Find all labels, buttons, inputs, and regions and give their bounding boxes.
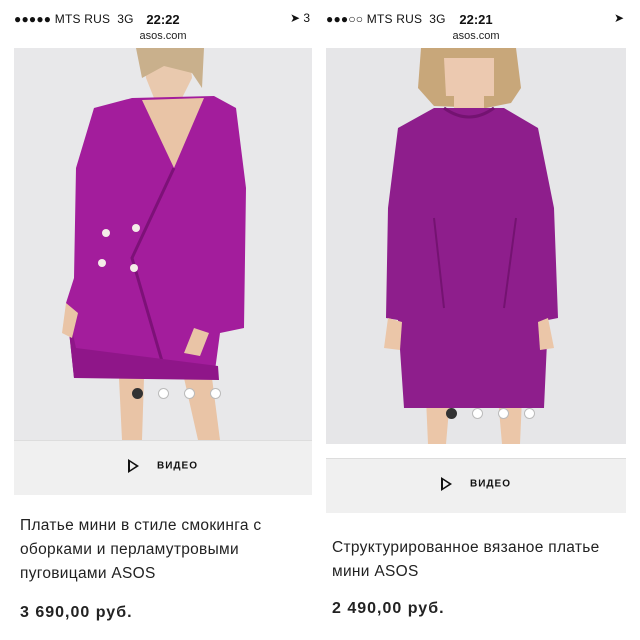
- status-bar: ●●●○○ MTS RUS 3G 22:21 ➤: [326, 10, 626, 27]
- product-price: 2 490,00 руб.: [332, 600, 445, 617]
- pager-dot[interactable]: [158, 388, 169, 399]
- video-button[interactable]: ВИДЕО: [14, 459, 312, 473]
- url-bar[interactable]: asos.com: [326, 30, 626, 42]
- pager-dot[interactable]: [446, 408, 457, 419]
- pager-dot[interactable]: [524, 408, 535, 419]
- dress-image-left: [14, 48, 312, 440]
- video-button[interactable]: ВИДЕО: [326, 477, 626, 491]
- status-bar: ●●●●● MTS RUS 3G 22:22 ➤ 3: [14, 10, 312, 27]
- product-title[interactable]: Структурированное вязаное платье мини AS…: [332, 536, 626, 584]
- clock: 22:21: [459, 12, 493, 27]
- play-icon: [441, 477, 452, 491]
- play-icon: [128, 459, 139, 473]
- clock: 22:22: [146, 12, 180, 27]
- pager-dot[interactable]: [132, 388, 143, 399]
- location-icon: ➤: [613, 11, 624, 25]
- pager-dot[interactable]: [498, 408, 509, 419]
- pager-dot[interactable]: [184, 388, 195, 399]
- url-bar[interactable]: asos.com: [14, 30, 312, 42]
- video-bar: ВИДЕО: [326, 458, 626, 513]
- product-price: 3 690,00 руб.: [20, 604, 133, 621]
- dress-image-right: [326, 48, 626, 444]
- product-photo[interactable]: [326, 48, 626, 444]
- product-photo[interactable]: [14, 48, 312, 440]
- pager-dot[interactable]: [210, 388, 221, 399]
- product-card-left: ●●●●● MTS RUS 3G 22:22 ➤ 3 asos.com ВИДЕ…: [14, 0, 312, 640]
- product-title[interactable]: Платье мини в стиле смокинга с оборками …: [20, 514, 312, 586]
- pager-dot[interactable]: [472, 408, 483, 419]
- location-icon: ➤ 3: [289, 11, 310, 25]
- product-card-right: ●●●○○ MTS RUS 3G 22:21 ➤ asos.com ВИДЕО …: [326, 0, 626, 640]
- video-bar: ВИДЕО: [14, 440, 312, 495]
